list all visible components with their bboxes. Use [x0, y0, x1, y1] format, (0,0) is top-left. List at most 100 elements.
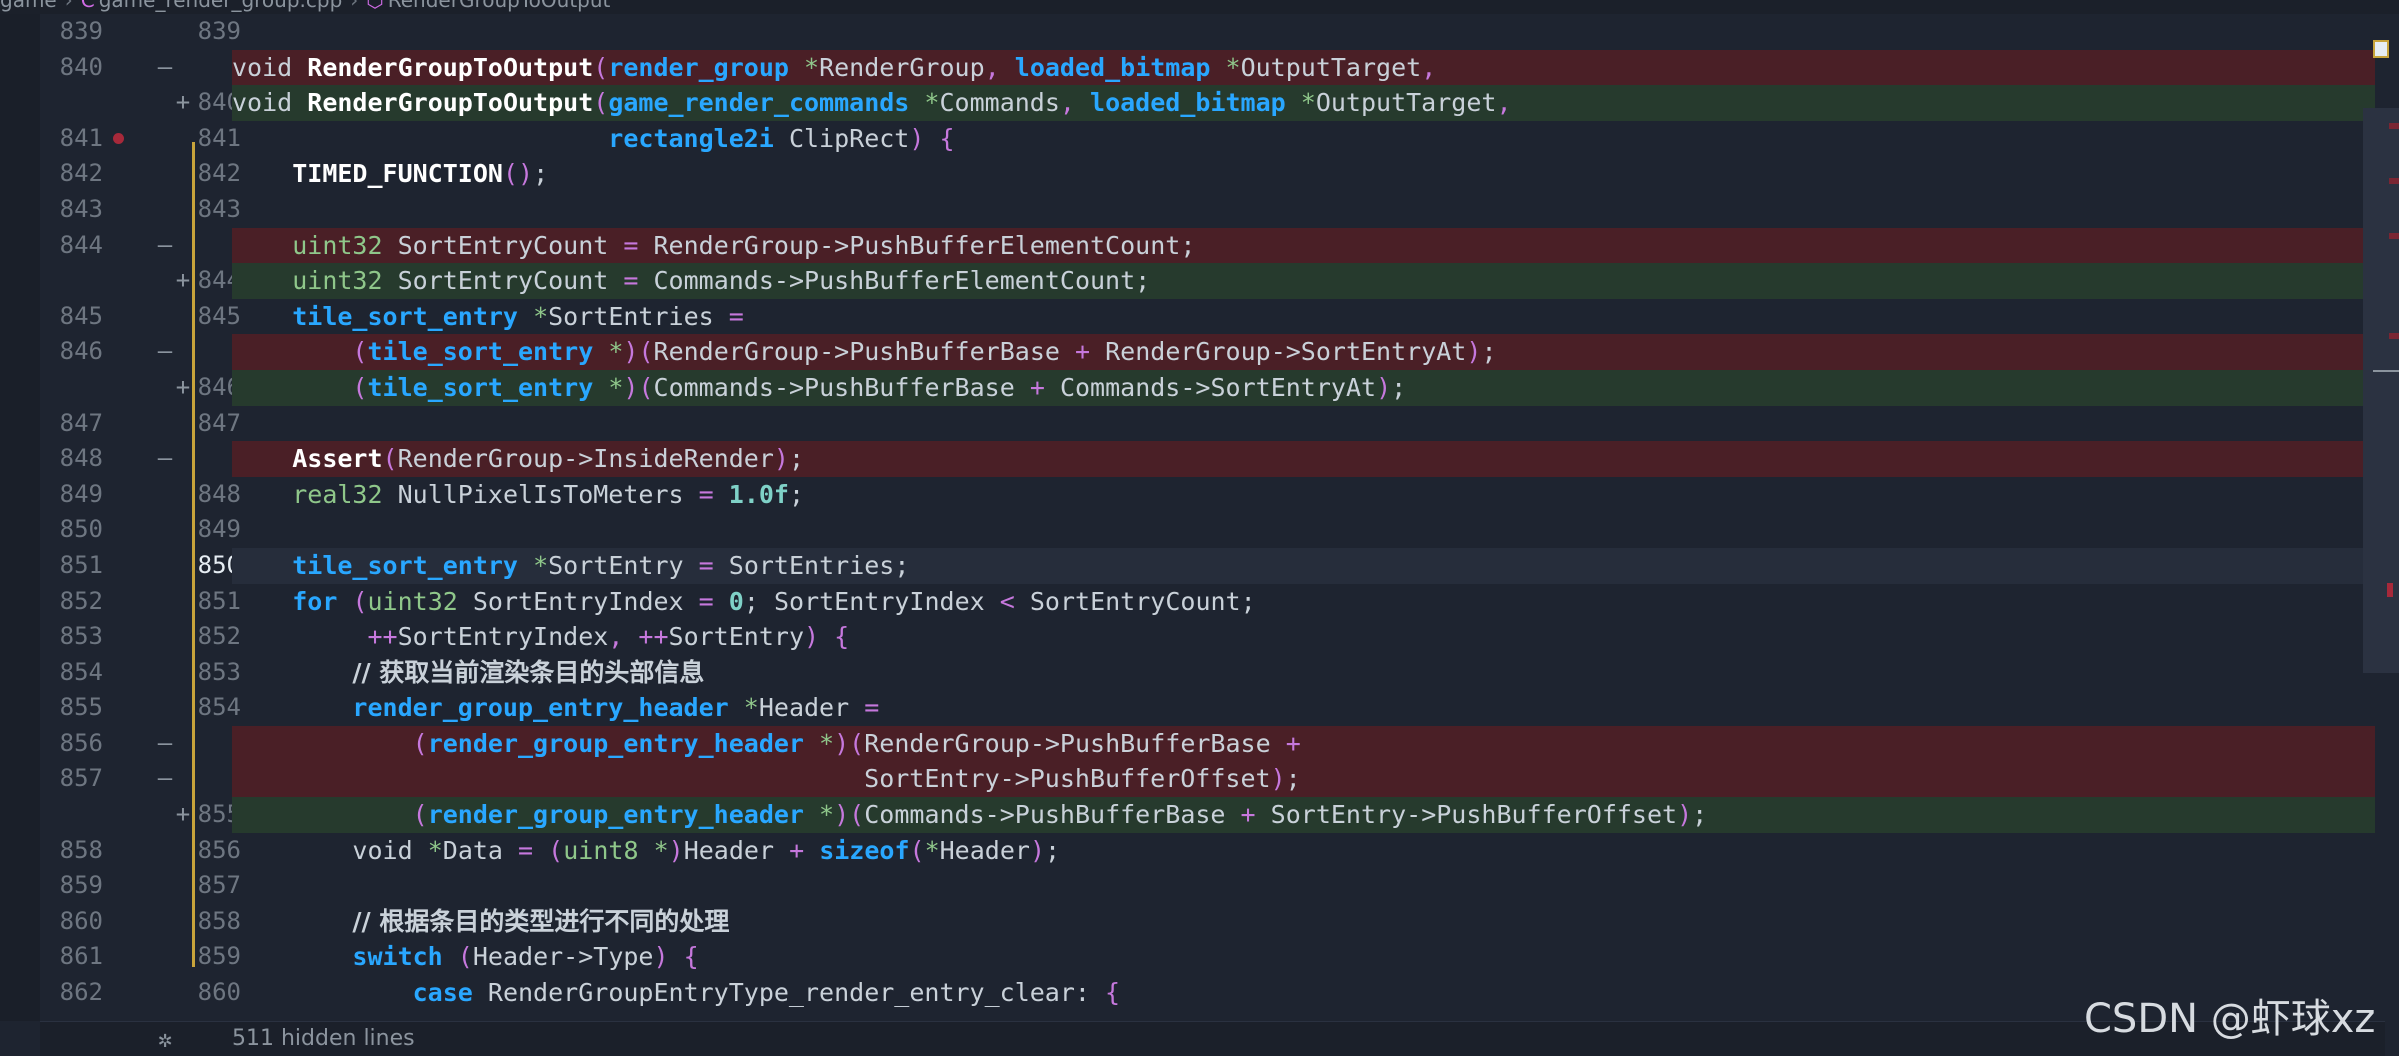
code-line[interactable]: 846 — (tile_sort_entry *)(RenderGroup->Pu… — [40, 334, 2385, 370]
code-text: uint32 SortEntryCount = Commands->PushBu… — [232, 263, 2375, 299]
code-line[interactable]: 860 858 // 根据条目的类型进行不同的处理 — [40, 904, 2385, 940]
deleted-line-marker: — — [157, 230, 173, 259]
deleted-line-marker: — — [157, 444, 173, 473]
code-line[interactable]: 844 + uint32 SortEntryCount = Commands->P… — [40, 263, 2385, 299]
code-line[interactable]: 859 857 — [40, 868, 2385, 904]
old-line-number: 857 — [59, 764, 103, 793]
code-line[interactable]: 856 — (render_group_entry_header *)(Rende… — [40, 725, 2385, 762]
code-line[interactable]: 858 856 void *Data = (uint8 *)Header + si… — [40, 833, 2385, 869]
old-line-number: 855 — [59, 693, 103, 722]
new-line-number: 841 — [197, 123, 241, 152]
code-line[interactable]: 848 — Assert(RenderGroup->InsideRender); — [40, 441, 2385, 477]
code-line[interactable]: 843 843 — [40, 192, 2385, 228]
code-line[interactable]: 841 841 rectangle2i ClipRect) { — [40, 121, 2385, 157]
old-line-number: 862 — [59, 978, 103, 1007]
new-line-number — [131, 441, 241, 477]
breadcrumb-bar: game › Cgame_render_group.cpp › ⬡ RenderGroup… — [0, 0, 2399, 14]
scrollbar-diff-marker — [2389, 333, 2399, 339]
old-line-number: 854 — [59, 657, 103, 686]
code-text: real32 NullPixelIsToMeters = 1.0f; — [292, 479, 805, 509]
code-line[interactable]: 842 842 TIMED_FUNCTION(); — [40, 156, 2385, 192]
old-line-number: 845 — [59, 301, 103, 330]
new-line-number: 857 — [197, 871, 241, 900]
scrollbar-diff-marker — [2389, 123, 2399, 129]
code-line[interactable]: 845 845 tile_sort_entry *SortEntries = — [40, 299, 2385, 335]
new-line-number: 858 — [197, 906, 241, 935]
code-text: render_group_entry_header *Header = — [352, 693, 880, 723]
scrollbar-diff-marker — [2389, 178, 2399, 184]
new-line-number: 854 — [197, 693, 241, 722]
old-line-number: 853 — [59, 622, 103, 651]
deleted-line-marker: — — [157, 52, 173, 81]
hidden-lines-bar[interactable]: ✲ 511 hidden lines — [40, 1021, 2385, 1056]
code-text: Assert(RenderGroup->InsideRender); — [232, 441, 2375, 477]
old-line-number — [40, 263, 103, 299]
code-line[interactable]: 839 839 — [40, 14, 2385, 50]
code-text: TIMED_FUNCTION(); — [292, 159, 549, 189]
breadcrumb-file[interactable]: game_render_group.cpp — [99, 0, 343, 12]
old-line-number — [40, 85, 103, 121]
code-text: (tile_sort_entry *)(Commands->PushBuffer… — [232, 369, 2375, 406]
code-text: // 获取当前渲染条目的头部信息 — [352, 657, 705, 687]
code-line[interactable]: 846 + (tile_sort_entry *)(Commands->PushB… — [40, 369, 2385, 406]
old-line-number: 861 — [59, 942, 103, 971]
code-line[interactable]: 850 849 — [40, 512, 2385, 548]
code-line[interactable]: 840 + void RenderGroupToOutput(game_render… — [40, 85, 2385, 121]
breakpoint-icon[interactable] — [113, 132, 124, 144]
hidden-lines-label[interactable]: 511 hidden lines — [232, 1022, 415, 1056]
new-line-number — [131, 228, 241, 264]
code-text: // 根据条目的类型进行不同的处理 — [352, 906, 730, 936]
diff-editor[interactable]: 839 839 840 — void RenderGroupToOutput(rende… — [40, 14, 2385, 1021]
activity-gutter — [0, 14, 40, 1021]
old-line-number: 846 — [59, 337, 103, 366]
old-line-number: 840 — [59, 52, 103, 81]
new-line-number — [131, 761, 241, 797]
code-text: rectangle2i ClipRect) { — [608, 123, 955, 153]
vertical-scrollbar[interactable] — [2363, 108, 2399, 673]
expand-icon[interactable]: ✲ — [158, 1022, 172, 1056]
code-line[interactable]: 844 — uint32 SortEntryCount = RenderGroup… — [40, 227, 2385, 264]
chevron-right-icon: › — [64, 0, 73, 12]
old-line-number: 847 — [59, 408, 103, 437]
new-line-number: 848 — [197, 479, 241, 508]
code-line[interactable]: 855 + (render_group_entry_header *)(Comma… — [40, 797, 2385, 833]
new-line-number: 851 — [197, 586, 241, 615]
code-line[interactable]: 849 848 real32 NullPixelIsToMeters = 1.0f… — [40, 477, 2385, 513]
breadcrumb-symbol[interactable]: RenderGroupToOutput — [388, 0, 611, 12]
old-line-number: 859 — [59, 871, 103, 900]
code-line[interactable]: 852 851 for (uint32 SortEntryIndex = 0; S… — [40, 584, 2385, 620]
code-line[interactable]: 851 850 tile_sort_entry *SortEntry = Sort… — [40, 547, 2385, 584]
code-line[interactable]: 857 — SortEntry->PushBufferOffset); — [40, 761, 2385, 798]
new-line-number: 852 — [197, 622, 241, 651]
new-line-number — [131, 50, 241, 86]
new-line-number: 859 — [197, 942, 241, 971]
symbol-method-icon: ⬡ — [366, 0, 384, 12]
code-text: void *Data = (uint8 *)Header + sizeof(*H… — [352, 835, 1061, 865]
old-line-number: 856 — [59, 728, 103, 757]
code-text: tile_sort_entry *SortEntry = SortEntries… — [232, 547, 2375, 584]
scroll-indicator-icon — [2373, 40, 2389, 58]
old-line-number: 842 — [59, 159, 103, 188]
code-line[interactable]: 853 852 ++SortEntryIndex, ++SortEntry) { — [40, 619, 2385, 655]
code-line[interactable]: 847 847 — [40, 406, 2385, 442]
old-line-number: 858 — [59, 835, 103, 864]
code-line[interactable]: 855 854 render_group_entry_header *Header… — [40, 690, 2385, 726]
scrollbar-diff-marker — [2389, 233, 2399, 239]
scrollbar-breakpoint-marker — [2387, 583, 2393, 597]
old-line-number: 860 — [59, 906, 103, 935]
code-text: (tile_sort_entry *)(RenderGroup->PushBuf… — [232, 334, 2375, 370]
code-text: void RenderGroupToOutput(game_render_com… — [232, 85, 2375, 121]
new-line-number: 847 — [197, 408, 241, 437]
code-text: uint32 SortEntryCount = RenderGroup->Pus… — [232, 227, 2375, 264]
code-line[interactable]: 862 860 case RenderGroupEntryType_render_… — [40, 975, 2385, 1011]
code-line[interactable]: 854 853 // 获取当前渲染条目的头部信息 — [40, 655, 2385, 691]
code-line[interactable]: 840 — void RenderGroupToOutput(render_grou… — [40, 49, 2385, 86]
breadcrumb-folder[interactable]: game — [0, 0, 57, 12]
code-line[interactable]: 861 859 switch (Header->Type) { — [40, 939, 2385, 975]
old-line-number: 850 — [59, 515, 103, 544]
code-text: SortEntry->PushBufferOffset); — [232, 761, 2375, 798]
